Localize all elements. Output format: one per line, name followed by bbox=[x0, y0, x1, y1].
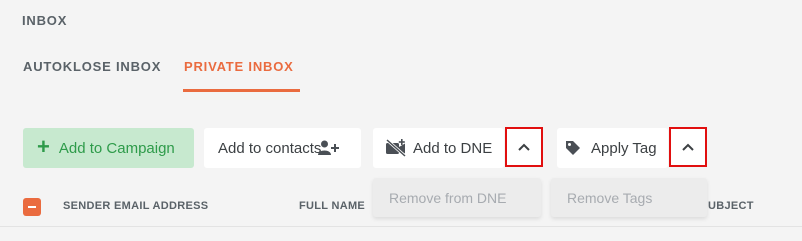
tag-icon bbox=[566, 141, 580, 155]
chevron-up-icon bbox=[682, 143, 694, 151]
column-header-subject[interactable]: UBJECT bbox=[708, 200, 754, 212]
divider bbox=[0, 226, 802, 227]
chevron-up-icon bbox=[518, 143, 530, 151]
tab-autoklose-inbox[interactable]: AUTOKLOSE INBOX bbox=[23, 59, 161, 74]
apply-tag-label: Apply Tag bbox=[591, 139, 657, 157]
add-to-campaign-label: Add to Campaign bbox=[58, 139, 175, 157]
column-header-sender-email[interactable]: SENDER EMAIL ADDRESS bbox=[63, 200, 208, 212]
remove-tags-menu-item[interactable]: Remove Tags bbox=[551, 178, 707, 217]
minus-icon bbox=[28, 206, 36, 208]
dne-dropdown-toggle[interactable] bbox=[505, 127, 543, 167]
apply-tag-button[interactable]: Apply Tag bbox=[557, 128, 668, 168]
add-user-icon bbox=[318, 140, 340, 155]
add-to-dne-button[interactable]: Add to DNE bbox=[373, 128, 504, 168]
add-to-dne-label: Add to DNE bbox=[413, 139, 493, 157]
tag-dropdown-toggle[interactable] bbox=[669, 127, 707, 167]
tab-private-inbox[interactable]: PRIVATE INBOX bbox=[184, 59, 294, 74]
video-off-icon bbox=[386, 139, 406, 157]
plus-icon: + bbox=[37, 134, 50, 159]
column-header-full-name[interactable]: FULL NAME bbox=[299, 200, 365, 212]
remove-from-dne-menu-item[interactable]: Remove from DNE bbox=[373, 178, 541, 217]
select-all-checkbox[interactable] bbox=[23, 198, 41, 216]
add-to-contacts-label: Add to contacts bbox=[218, 139, 322, 157]
active-tab-indicator bbox=[183, 89, 300, 92]
page-title: INBOX bbox=[22, 13, 68, 28]
add-to-campaign-button[interactable]: + Add to Campaign bbox=[23, 128, 194, 168]
add-to-contacts-button[interactable]: Add to contacts bbox=[204, 128, 361, 168]
